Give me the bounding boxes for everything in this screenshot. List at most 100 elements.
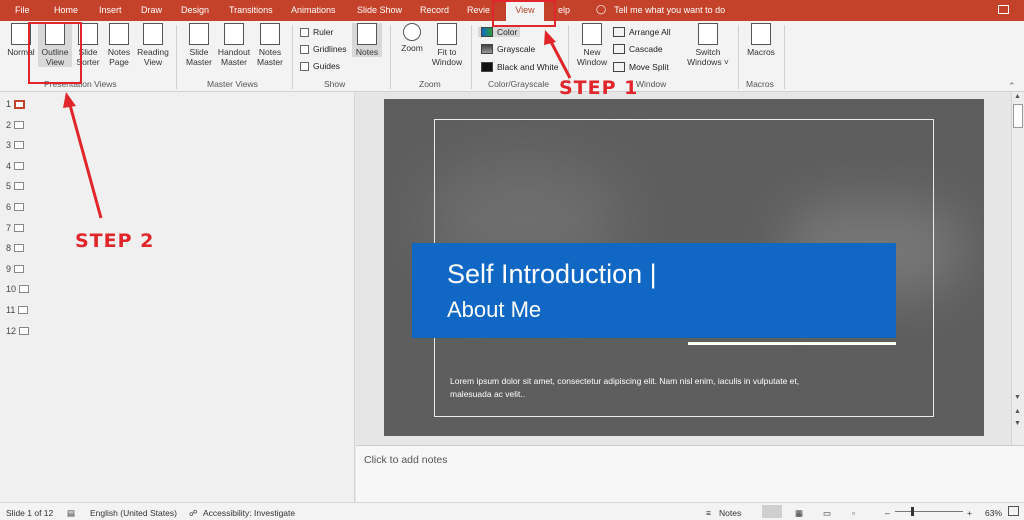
notes-page-button[interactable]: Notes Page [104, 23, 134, 67]
color-button[interactable]: Color [478, 27, 521, 37]
tab-animations[interactable]: Animations [291, 5, 336, 15]
notes-placeholder: Click to add notes [364, 454, 448, 466]
slide-number: 3 [6, 140, 12, 151]
status-bar: Slide 1 of 12 ▤ English (United States) … [0, 502, 1024, 520]
step2-highlight-box [28, 22, 82, 84]
cascade-button[interactable]: Cascade [613, 44, 663, 54]
tab-transitions[interactable]: Transitions [229, 5, 273, 15]
handout-master-button[interactable]: Handout Master [215, 23, 253, 67]
accessibility-status[interactable]: Accessibility: Investigate [203, 508, 295, 518]
slide-number: 6 [6, 202, 12, 212]
black-and-white-button[interactable]: Black and White [481, 62, 558, 72]
slide-thumbnail-item[interactable]: 6 [6, 202, 25, 212]
accessibility-icon: ☍ [189, 508, 198, 518]
slide-thumbnail-item[interactable]: 12 [6, 326, 30, 336]
slide-thumbnail-icon [14, 223, 25, 232]
slide-editing-area[interactable]: Self Introduction | About Me Lorem ipsum… [356, 92, 1010, 445]
lightbulb-icon: ◯ [596, 4, 607, 14]
language-status[interactable]: English (United States) [90, 508, 177, 518]
zoom-slider-thumb[interactable] [911, 507, 914, 516]
slide-number: 11 [6, 305, 16, 315]
slide-thumbnail-item[interactable]: 8 [6, 243, 25, 254]
gridlines-checkbox[interactable]: Gridlines [300, 44, 347, 54]
vertical-scrollbar[interactable]: ▲ ▼ ▲ ▼ [1011, 92, 1024, 445]
new-window-button[interactable]: New Window [574, 23, 610, 67]
collapse-ribbon-icon[interactable]: ⌃ [1008, 81, 1016, 92]
slide-master-icon [189, 23, 209, 45]
zoom-in-button[interactable]: + [967, 508, 972, 518]
tab-review[interactable]: Revie [467, 5, 490, 15]
macros-button[interactable]: Macros [744, 23, 778, 57]
tab-home[interactable]: Home [54, 5, 78, 15]
slide-body-text[interactable]: Lorem ipsum dolor sit amet, consectetur … [450, 375, 830, 401]
slide-title-line1: Self Introduction | [447, 259, 657, 289]
slide-canvas[interactable]: Self Introduction | About Me Lorem ipsum… [384, 99, 984, 436]
move-split-button[interactable]: Move Split [613, 62, 669, 72]
color-grayscale-label: Color/Grayscale [488, 79, 549, 89]
tell-me-search[interactable]: ◯ Tell me what you want to do [596, 4, 725, 15]
grayscale-button[interactable]: Grayscale [481, 44, 535, 54]
fit-to-window-button[interactable]: Fit to Window [428, 23, 466, 67]
scroll-down-icon[interactable]: ▼ [1014, 394, 1021, 401]
slide-title-line2: About Me [447, 297, 542, 322]
tab-design[interactable]: Design [181, 5, 209, 15]
window-group-label: Window [636, 79, 667, 89]
zoom-out-button[interactable]: – [885, 508, 890, 518]
guides-checkbox[interactable]: Guides [300, 61, 340, 71]
arrange-all-button[interactable]: Arrange All [613, 27, 671, 37]
slide-thumbnail-item[interactable]: 9 [6, 264, 25, 274]
slide-thumbnail-item[interactable]: 5 [6, 181, 25, 191]
slideshow-status-icon[interactable]: ▫ [852, 508, 855, 518]
tab-record[interactable]: Record [420, 5, 449, 15]
slide-sorter-status-icon[interactable]: ▦ [795, 508, 803, 519]
spelling-icon[interactable]: ▤ [67, 508, 75, 519]
switch-windows-icon [698, 23, 718, 45]
zoom-button[interactable]: Zoom [397, 23, 427, 53]
fit-slide-icon[interactable] [1008, 506, 1019, 516]
slide-thumbnail-icon [14, 120, 25, 129]
reading-view-button[interactable]: Reading View [135, 23, 171, 67]
ruler-checkbox[interactable]: Ruler [300, 27, 333, 37]
title-placeholder[interactable]: Self Introduction | About Me [412, 243, 896, 338]
group-separator [292, 25, 293, 89]
slide-thumbnail-item[interactable]: 4 [6, 160, 25, 171]
tab-slide-show[interactable]: Slide Show [357, 5, 402, 15]
slide-thumbnail-item[interactable]: 3 [6, 140, 25, 151]
slide-master-button[interactable]: Slide Master [183, 23, 215, 67]
previous-slide-icon[interactable]: ▲ [1014, 408, 1021, 415]
slide-number: 7 [6, 222, 12, 233]
slide-thumbnail-item[interactable]: 1 [6, 99, 26, 109]
master-views-label: Master Views [207, 79, 258, 89]
scroll-up-icon[interactable]: ▲ [1014, 93, 1021, 100]
slide-number: 4 [6, 160, 12, 171]
notes-status-button[interactable]: Notes [719, 508, 741, 518]
reading-view-status-icon[interactable]: ▭ [823, 508, 831, 519]
slide-thumbnail-item[interactable]: 10 [6, 284, 30, 294]
slide-count: Slide 1 of 12 [6, 508, 54, 518]
slide-thumbnail-icon [14, 99, 26, 109]
slide-thumbnail-item[interactable]: 11 [6, 305, 29, 315]
tab-file[interactable]: File [15, 5, 30, 15]
next-slide-icon[interactable]: ▼ [1014, 420, 1021, 427]
tab-help[interactable]: elp [558, 5, 570, 15]
switch-windows-button[interactable]: Switch Windows ˅ [684, 23, 732, 67]
normal-view-status-icon[interactable] [762, 505, 782, 518]
notes-toggle-button[interactable]: Notes [352, 23, 382, 57]
ribbon-view: Normal Outline View Slide Sorter Notes P… [0, 21, 1024, 92]
notes-master-button[interactable]: Notes Master [254, 23, 286, 67]
slide-number: 8 [6, 243, 12, 254]
notes-pane[interactable]: Click to add notes [356, 445, 1024, 502]
slide-thumbnail-item[interactable]: 7 [6, 222, 25, 233]
handout-master-icon [224, 23, 244, 45]
group-separator [471, 25, 472, 89]
slide-thumbnail-icon [14, 161, 25, 170]
zoom-slider[interactable] [895, 511, 963, 512]
step2-label: STEP 2 [75, 230, 155, 252]
tab-draw[interactable]: Draw [141, 5, 162, 15]
slide-thumbnail-item[interactable]: 2 [6, 120, 25, 130]
zoom-level[interactable]: 63% [985, 508, 1002, 518]
scrollbar-thumb[interactable] [1013, 104, 1023, 128]
tab-insert[interactable]: Insert [99, 5, 122, 15]
slide-thumbnail-panel[interactable]: 1 2 3 4 5 6 7 8 9 10 11 12 [0, 92, 355, 502]
ribbon-display-options-icon[interactable] [998, 5, 1009, 14]
